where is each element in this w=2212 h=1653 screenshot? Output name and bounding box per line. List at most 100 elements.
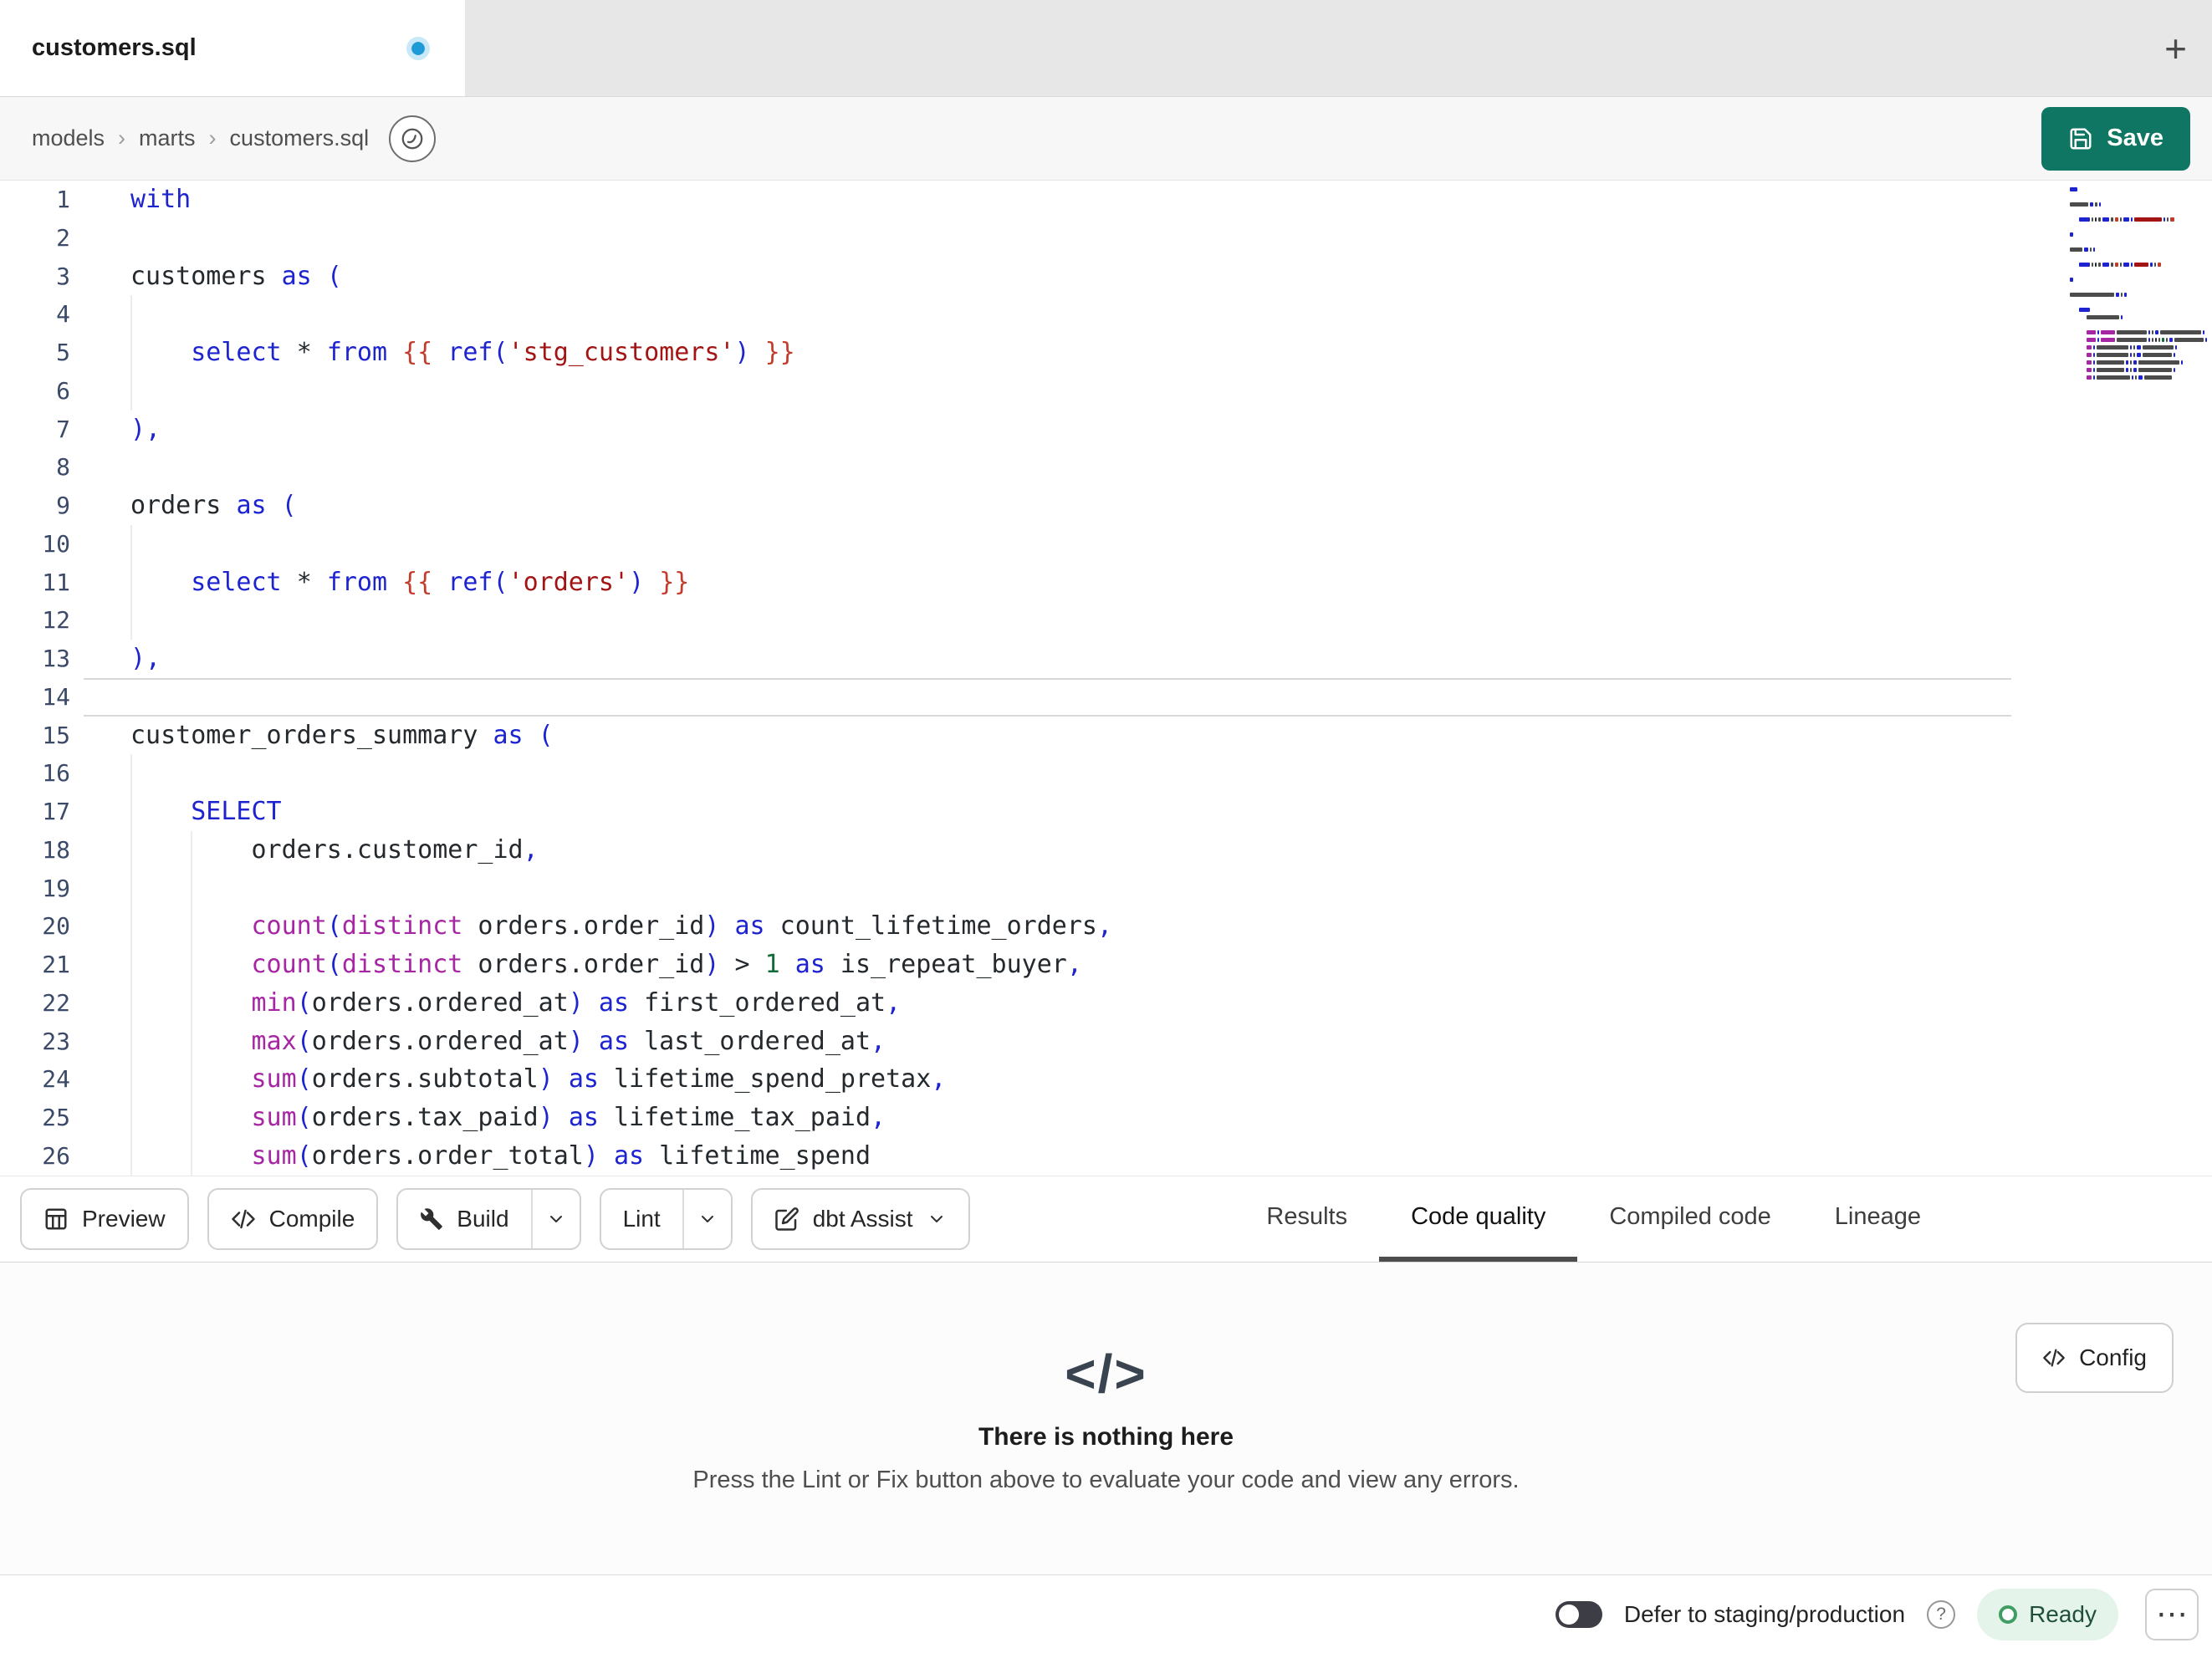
code-token: {{ bbox=[402, 338, 433, 367]
code-token: ), bbox=[130, 644, 161, 673]
line-number[interactable]: 16 bbox=[0, 754, 84, 793]
code-token: ref bbox=[447, 567, 493, 597]
line-number[interactable]: 21 bbox=[0, 946, 84, 984]
minimap-line bbox=[2070, 293, 2200, 297]
minimap-line bbox=[2070, 195, 2200, 199]
code-line[interactable]: 10 bbox=[0, 524, 2011, 564]
ready-label: Ready bbox=[2029, 1600, 2097, 1627]
code-line[interactable]: 23 max(orders.ordered_at) as last_ordere… bbox=[0, 1022, 2011, 1061]
compile-button[interactable]: Compile bbox=[207, 1188, 379, 1250]
new-tab-button[interactable]: + bbox=[2164, 29, 2187, 68]
code-editor[interactable]: 1 with 2 3 customers as (4 5 select * from {{… bbox=[0, 181, 2212, 1176]
code-line[interactable]: 7), bbox=[0, 411, 2011, 449]
result-tab-compiled-code[interactable]: Compiled code bbox=[1577, 1176, 1802, 1262]
preview-button-main: Preview bbox=[22, 1190, 187, 1248]
breadcrumb-item-models[interactable]: models bbox=[32, 125, 105, 151]
line-number[interactable]: 26 bbox=[0, 1137, 84, 1176]
code-line[interactable]: 15 customer_orders_summary as ( bbox=[0, 717, 2011, 755]
minimap-line bbox=[2070, 345, 2200, 349]
code-line[interactable]: 8 bbox=[0, 448, 2011, 487]
code-line[interactable]: 26 sum(orders.order_total) as lifetime_s… bbox=[0, 1136, 2011, 1176]
code-line[interactable]: 11 select * from {{ ref('orders') }} bbox=[0, 563, 2011, 602]
line-number[interactable]: 10 bbox=[0, 525, 84, 564]
line-number[interactable]: 14 bbox=[0, 678, 84, 717]
dbt-assist-main: dbt Assist bbox=[753, 1190, 968, 1248]
line-number[interactable]: 7 bbox=[0, 411, 84, 449]
code-token: orders.order_id bbox=[462, 911, 705, 941]
line-number[interactable]: 17 bbox=[0, 793, 84, 831]
lint-dropdown-button[interactable] bbox=[684, 1190, 731, 1248]
file-info-button[interactable] bbox=[389, 115, 437, 162]
code-line[interactable]: 1 with bbox=[0, 181, 2011, 219]
code-line[interactable]: 13), bbox=[0, 640, 2011, 678]
table-icon bbox=[45, 1208, 67, 1230]
line-number[interactable]: 9 bbox=[0, 487, 84, 525]
code-line[interactable]: 9 orders as ( bbox=[0, 487, 2011, 525]
line-number[interactable]: 22 bbox=[0, 984, 84, 1023]
minimap-line bbox=[2070, 263, 2200, 267]
line-number[interactable]: 15 bbox=[0, 717, 84, 755]
help-icon[interactable]: ? bbox=[1927, 1599, 1956, 1629]
line-number[interactable]: 19 bbox=[0, 870, 84, 908]
line-number[interactable]: 18 bbox=[0, 831, 84, 870]
build-split-button: Build bbox=[396, 1188, 581, 1250]
result-tab-results[interactable]: Results bbox=[1234, 1176, 1379, 1262]
code-line[interactable]: 4 bbox=[0, 295, 2011, 334]
line-number[interactable]: 5 bbox=[0, 334, 84, 372]
file-tab-customers-sql[interactable]: customers.sql bbox=[0, 0, 465, 96]
defer-toggle[interactable] bbox=[1555, 1600, 1602, 1628]
config-button[interactable]: Config bbox=[2015, 1323, 2174, 1393]
save-button[interactable]: Save bbox=[2041, 106, 2190, 171]
line-number[interactable]: 8 bbox=[0, 448, 84, 487]
line-number[interactable]: 3 bbox=[0, 258, 84, 296]
line-number[interactable]: 12 bbox=[0, 601, 84, 640]
code-token: ( bbox=[296, 1026, 312, 1056]
code-line[interactable]: 18 orders.customer_id, bbox=[0, 830, 2011, 870]
line-number[interactable]: 4 bbox=[0, 295, 84, 334]
result-tab-lineage[interactable]: Lineage bbox=[1803, 1176, 1953, 1262]
preview-button[interactable]: Preview bbox=[20, 1188, 189, 1250]
code-line[interactable]: 17 SELECT bbox=[0, 793, 2011, 831]
line-number[interactable]: 20 bbox=[0, 907, 84, 946]
result-tab-code-quality[interactable]: Code quality bbox=[1379, 1176, 1578, 1262]
code-token: }} bbox=[764, 338, 795, 367]
code-line[interactable]: 25 sum(orders.tax_paid) as lifetime_tax_… bbox=[0, 1099, 2011, 1137]
code-line[interactable]: 14 bbox=[0, 678, 2011, 717]
code-token: ( bbox=[296, 987, 312, 1018]
code-line[interactable]: 20 count(distinct orders.order_id) as co… bbox=[0, 907, 2011, 946]
minimap[interactable] bbox=[2070, 187, 2208, 383]
overflow-menu-button[interactable]: ⋯ bbox=[2145, 1588, 2199, 1640]
code-token: first_ordered_at bbox=[629, 987, 886, 1018]
code-token: as bbox=[734, 911, 765, 941]
breadcrumb-item-marts[interactable]: marts bbox=[139, 125, 196, 151]
code-token: , bbox=[931, 1064, 947, 1094]
build-button[interactable]: Build bbox=[398, 1190, 530, 1248]
editor-tab-bar: customers.sql + bbox=[0, 0, 2212, 97]
line-number[interactable]: 1 bbox=[0, 181, 84, 219]
line-number[interactable]: 23 bbox=[0, 1023, 84, 1061]
line-number[interactable]: 2 bbox=[0, 219, 84, 258]
line-number[interactable]: 24 bbox=[0, 1060, 84, 1099]
code-line[interactable]: 16 bbox=[0, 754, 2011, 793]
code-line[interactable]: 5 select * from {{ ref('stg_customers') … bbox=[0, 334, 2011, 372]
code-line[interactable]: 12 bbox=[0, 601, 2011, 640]
breadcrumb-item-file[interactable]: customers.sql bbox=[230, 125, 370, 151]
line-number[interactable]: 25 bbox=[0, 1099, 84, 1137]
line-number[interactable]: 11 bbox=[0, 564, 84, 602]
code-line[interactable]: 3 customers as ( bbox=[0, 258, 2011, 296]
code-line[interactable]: 21 count(distinct orders.order_id) > 1 a… bbox=[0, 946, 2011, 984]
code-icon bbox=[231, 1209, 255, 1229]
dbt-assist-button[interactable]: dbt Assist bbox=[750, 1188, 970, 1250]
line-number[interactable]: 13 bbox=[0, 640, 84, 678]
code-line[interactable]: 22 min(orders.ordered_at) as first_order… bbox=[0, 983, 2011, 1023]
code-area: 1 with 2 3 customers as (4 5 select * from {{… bbox=[0, 181, 2212, 1176]
code-line[interactable]: 24 sum(orders.subtotal) as lifetime_spen… bbox=[0, 1060, 2011, 1099]
code-line[interactable]: 6 bbox=[0, 371, 2011, 411]
build-dropdown-button[interactable] bbox=[533, 1190, 580, 1248]
code-line[interactable]: 19 bbox=[0, 869, 2011, 908]
lint-button[interactable]: Lint bbox=[601, 1190, 682, 1248]
line-number[interactable]: 6 bbox=[0, 372, 84, 411]
code-line[interactable]: 2 bbox=[0, 219, 2011, 258]
